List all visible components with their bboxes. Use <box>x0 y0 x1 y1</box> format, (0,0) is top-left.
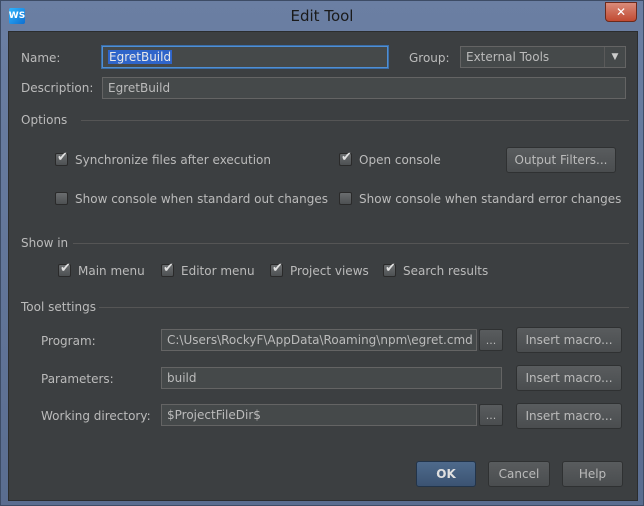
search-results-checkbox[interactable]: ✔ <box>383 261 396 277</box>
show-in-separator <box>73 243 629 244</box>
group-select[interactable]: External Tools ▼ <box>460 46 626 68</box>
options-separator <box>81 120 629 121</box>
parameters-field[interactable]: build <box>161 367 502 389</box>
tool-settings-separator <box>99 307 629 308</box>
working-directory-field[interactable]: $ProjectFileDir$ <box>161 404 477 426</box>
tool-settings-section-title: Tool settings <box>21 300 96 314</box>
main-menu-checkbox[interactable]: ✔ <box>58 261 71 277</box>
editor-menu-checkbox[interactable]: ✔ <box>161 261 174 277</box>
show-in-section-title: Show in <box>21 236 69 250</box>
show-console-stderr-label: Show console when standard error changes <box>359 192 622 206</box>
output-filters-button[interactable]: Output Filters... <box>506 147 616 173</box>
show-console-stdout-checkbox[interactable] <box>55 192 68 205</box>
program-label: Program: <box>41 334 96 348</box>
show-console-stderr-checkbox[interactable] <box>339 192 352 205</box>
working-directory-field-value: $ProjectFileDir$ <box>167 408 261 422</box>
dialog-content: Name: EgretBuild Group: External Tools ▼… <box>8 31 638 501</box>
options-section-title: Options <box>21 113 68 127</box>
program-field[interactable]: C:\Users\RockyF\AppData\Roaming\npm\egre… <box>161 329 477 351</box>
program-field-value: C:\Users\RockyF\AppData\Roaming\npm\egre… <box>167 333 473 347</box>
description-label: Description: <box>21 81 94 95</box>
chevron-down-icon: ▼ <box>604 47 625 67</box>
parameters-label: Parameters: <box>41 372 114 386</box>
project-views-checkbox[interactable]: ✔ <box>270 261 283 277</box>
title-bar[interactable]: WS Edit Tool ✕ <box>1 1 643 31</box>
check-icon: ✔ <box>57 150 68 165</box>
program-browse-button[interactable]: ... <box>479 329 503 351</box>
group-select-value: External Tools <box>466 50 550 64</box>
check-icon: ✔ <box>163 261 174 276</box>
working-directory-browse-button[interactable]: ... <box>479 404 503 426</box>
open-console-label: Open console <box>359 153 441 167</box>
check-icon: ✔ <box>60 261 71 276</box>
description-field[interactable]: EgretBuild <box>102 77 626 99</box>
parameters-insert-macro-button[interactable]: Insert macro... <box>516 365 622 391</box>
show-console-stdout-label: Show console when standard out changes <box>75 192 329 206</box>
ok-button[interactable]: OK <box>416 461 476 487</box>
program-insert-macro-button[interactable]: Insert macro... <box>516 327 622 353</box>
name-field[interactable]: EgretBuild <box>102 46 388 68</box>
parameters-field-value: build <box>167 371 197 385</box>
working-directory-insert-macro-button[interactable]: Insert macro... <box>516 403 622 429</box>
description-field-value: EgretBuild <box>108 81 171 95</box>
dialog-title: Edit Tool <box>290 7 354 25</box>
project-views-label: Project views <box>290 264 369 278</box>
close-button[interactable]: ✕ <box>605 2 637 22</box>
cancel-button[interactable]: Cancel <box>488 461 550 487</box>
help-button[interactable]: Help <box>562 461 623 487</box>
editor-menu-label: Editor menu <box>181 264 255 278</box>
check-icon: ✔ <box>341 150 352 165</box>
group-label: Group: <box>409 51 450 65</box>
edit-tool-dialog: WS Edit Tool ✕ Name: EgretBuild Group: E… <box>0 0 644 506</box>
name-field-value: EgretBuild <box>108 50 173 64</box>
open-console-checkbox[interactable]: ✔ <box>339 150 352 166</box>
sync-files-checkbox[interactable]: ✔ <box>55 150 68 166</box>
working-directory-label: Working directory: <box>41 409 151 423</box>
check-icon: ✔ <box>272 261 283 276</box>
sync-files-label: Synchronize files after execution <box>75 153 271 167</box>
search-results-label: Search results <box>403 264 489 278</box>
check-icon: ✔ <box>385 261 396 276</box>
main-menu-label: Main menu <box>78 264 145 278</box>
name-label: Name: <box>21 51 61 65</box>
